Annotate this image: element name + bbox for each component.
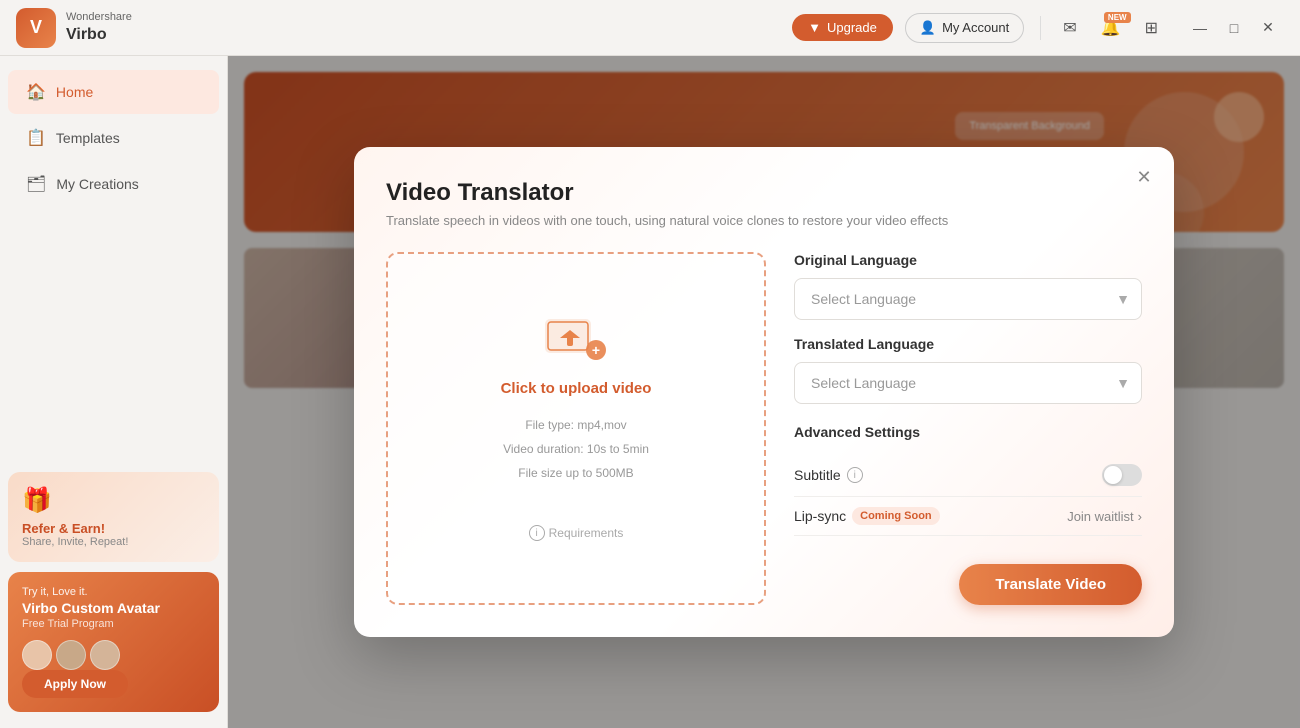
lipsync-label: Lip-sync Coming Soon <box>794 507 940 525</box>
modal-subtitle: Translate speech in videos with one touc… <box>386 213 1142 228</box>
trial-avatars <box>22 640 205 670</box>
subtitle-label: Subtitle i <box>794 467 863 483</box>
creations-icon: 🗂 <box>26 174 46 194</box>
upgrade-button[interactable]: ▼ Upgrade <box>792 14 893 41</box>
upload-requirements[interactable]: i Requirements <box>529 525 624 541</box>
referral-icon: 🎁 <box>22 486 205 515</box>
subtitle-toggle-knob <box>1104 466 1122 484</box>
sidebar-item-my-creations[interactable]: 🗂 My Creations <box>8 162 219 206</box>
title-bar: V Wondershare Virbo ▼ Upgrade 👤 My Accou… <box>0 0 1300 56</box>
original-language-label: Original Language <box>794 252 1142 268</box>
app-logo-icon: V <box>16 8 56 48</box>
modal-body: + Click to upload video File type: mp4,m… <box>386 252 1142 605</box>
logo-text: Wondershare Virbo <box>66 11 132 43</box>
mail-icon-button[interactable]: ✉ <box>1057 14 1082 42</box>
requirements-info-icon: i <box>529 525 545 541</box>
subtitle-setting-row: Subtitle i <box>794 454 1142 497</box>
svg-text:+: + <box>592 342 600 358</box>
content-area: Transparent Background ✕ Video Translato… <box>228 56 1300 728</box>
translate-btn-area: Translate Video <box>794 564 1142 605</box>
join-waitlist-button[interactable]: Join waitlist › <box>1067 509 1142 524</box>
trial-avatar-1 <box>22 640 52 670</box>
trial-avatar-3 <box>90 640 120 670</box>
subtitle-info-icon[interactable]: i <box>847 467 863 483</box>
modal-title: Video Translator <box>386 179 1142 207</box>
lipsync-setting-row: Lip-sync Coming Soon Join waitlist › <box>794 497 1142 536</box>
translated-language-select-wrapper: Select Language English Chinese Spanish … <box>794 362 1142 404</box>
upload-click-text: Click to upload video <box>501 380 652 397</box>
upload-icon: + <box>544 316 608 364</box>
product-name: Virbo <box>66 25 132 44</box>
window-controls: — □ ✕ <box>1184 12 1284 44</box>
settings-panel: Original Language Select Language Englis… <box>794 252 1142 605</box>
grid-icon-button[interactable]: ⊞ <box>1139 14 1164 42</box>
logo-area: V Wondershare Virbo <box>16 8 132 48</box>
referral-card: 🎁 Refer & Earn! Share, Invite, Repeat! <box>8 472 219 562</box>
translated-language-select[interactable]: Select Language English Chinese Spanish … <box>794 362 1142 404</box>
sidebar-bottom: 🎁 Refer & Earn! Share, Invite, Repeat! T… <box>8 472 219 712</box>
original-language-select[interactable]: Select Language English Chinese Spanish … <box>794 278 1142 320</box>
sidebar-item-home[interactable]: 🏠 Home <box>8 70 219 114</box>
brand-name: Wondershare <box>66 11 132 24</box>
chevron-right-icon: › <box>1138 509 1142 524</box>
apply-now-button[interactable]: Apply Now <box>22 670 128 698</box>
home-icon: 🏠 <box>26 82 46 102</box>
templates-icon: 📋 <box>26 128 46 148</box>
sidebar: 🏠 Home 📋 Templates 🗂 My Creations 🎁 Refe… <box>0 56 228 728</box>
original-language-select-wrapper: Select Language English Chinese Spanish … <box>794 278 1142 320</box>
main-layout: 🏠 Home 📋 Templates 🗂 My Creations 🎁 Refe… <box>0 56 1300 728</box>
translate-video-button[interactable]: Translate Video <box>959 564 1142 605</box>
subtitle-toggle[interactable] <box>1102 464 1142 486</box>
modal-close-button[interactable]: ✕ <box>1130 163 1158 191</box>
my-account-button[interactable]: 👤 My Account <box>905 13 1024 43</box>
coming-soon-badge: Coming Soon <box>852 507 940 525</box>
trial-card: Try it, Love it. Virbo Custom Avatar Fre… <box>8 572 219 712</box>
sidebar-item-templates[interactable]: 📋 Templates <box>8 116 219 160</box>
video-translator-modal: ✕ Video Translator Translate speech in v… <box>354 147 1174 637</box>
upload-info: File type: mp4,mov Video duration: 10s t… <box>503 413 649 485</box>
close-window-button[interactable]: ✕ <box>1252 12 1284 44</box>
trial-avatar-2 <box>56 640 86 670</box>
title-bar-actions: ▼ Upgrade 👤 My Account ✉ 🔔 NEW ⊞ — □ ✕ <box>792 12 1284 44</box>
modal-overlay: ✕ Video Translator Translate speech in v… <box>228 56 1300 728</box>
translated-language-label: Translated Language <box>794 336 1142 352</box>
maximize-button[interactable]: □ <box>1218 12 1250 44</box>
account-icon: 👤 <box>920 20 936 36</box>
minimize-button[interactable]: — <box>1184 12 1216 44</box>
notification-icon-button[interactable]: 🔔 NEW <box>1095 14 1127 42</box>
upload-area[interactable]: + Click to upload video File type: mp4,m… <box>386 252 766 605</box>
advanced-settings-title: Advanced Settings <box>794 424 1142 440</box>
